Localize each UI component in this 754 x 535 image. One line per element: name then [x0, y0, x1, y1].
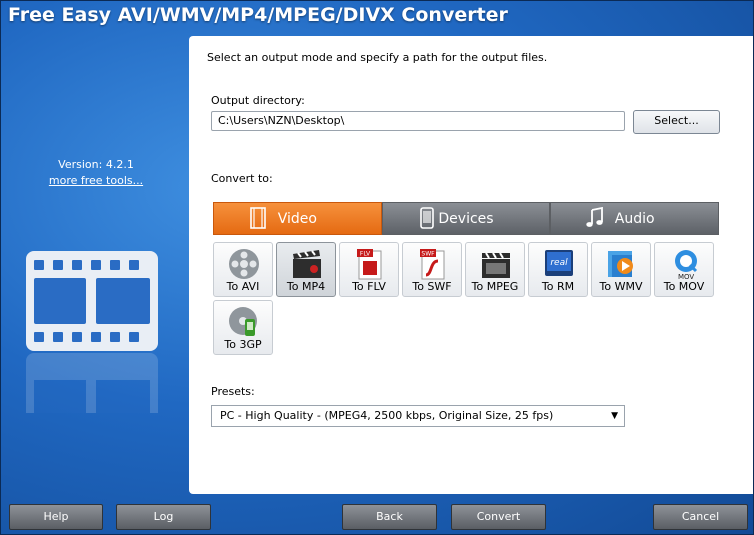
format-mov-button[interactable]: MOV To MOV — [654, 242, 714, 297]
output-directory-input[interactable]: C:\Users\NZN\Desktop\ — [211, 111, 625, 131]
presets-value: PC - High Quality - (MPEG4, 2500 kbps, O… — [220, 409, 554, 422]
convert-to-label: Convert to: — [211, 172, 273, 185]
convert-button[interactable]: Convert — [451, 504, 546, 530]
film-strip-logo-icon — [26, 251, 158, 351]
presets-dropdown[interactable]: PC - High Quality - (MPEG4, 2500 kbps, O… — [211, 405, 625, 427]
format-mp4-label: To MP4 — [286, 280, 326, 293]
help-button[interactable]: Help — [9, 504, 103, 530]
tab-audio-label: Audio — [614, 210, 655, 227]
format-3gp-button[interactable]: To 3GP — [213, 300, 273, 355]
version-label: Version: 4.2.1 — [58, 158, 134, 171]
tab-video[interactable]: Video — [213, 202, 382, 235]
format-swf-button[interactable]: SWF To SWF — [402, 242, 462, 297]
main-panel: Select an output mode and specify a path… — [189, 36, 753, 494]
format-swf-label: To SWF — [412, 280, 452, 293]
format-mov-label: To MOV — [663, 280, 705, 293]
clapperboard-icon — [293, 250, 321, 278]
mpeg-clapper-icon — [482, 252, 510, 278]
tab-audio[interactable]: Audio — [550, 202, 720, 235]
realmedia-icon: real — [545, 250, 573, 276]
output-directory-label: Output directory: — [211, 94, 305, 107]
swf-file-icon: SWF — [420, 249, 445, 280]
tab-devices[interactable]: Devices — [381, 202, 551, 235]
flv-file-icon: FLV — [357, 249, 382, 280]
mode-tabs: Video Devices Audio — [213, 202, 720, 235]
svg-text:SWF: SWF — [421, 251, 435, 258]
format-flv-label: To FLV — [352, 280, 386, 293]
log-button[interactable]: Log — [116, 504, 211, 530]
quicktime-icon: MOV — [675, 250, 698, 281]
film-strip-icon — [250, 207, 266, 229]
instruction-text: Select an output mode and specify a path… — [207, 51, 548, 64]
format-flv-button[interactable]: FLV To FLV — [339, 242, 399, 297]
format-rm-label: To RM — [541, 280, 575, 293]
mobile-film-icon — [229, 307, 257, 336]
format-wmv-label: To WMV — [599, 280, 643, 293]
select-directory-button[interactable]: Select... — [633, 110, 720, 134]
format-mpeg-button[interactable]: To MPEG — [465, 242, 525, 297]
format-mpeg-label: To MPEG — [471, 280, 519, 293]
tab-video-label: Video — [277, 210, 317, 227]
format-wmv-button[interactable]: To WMV — [591, 242, 651, 297]
format-rm-button[interactable]: real To RM — [528, 242, 588, 297]
format-avi-label: To AVI — [226, 280, 260, 293]
tab-devices-label: Devices — [438, 210, 494, 227]
chevron-down-icon: ▼ — [611, 411, 618, 421]
more-tools-link[interactable]: more free tools... — [1, 174, 191, 187]
wmv-player-icon — [608, 251, 633, 277]
presets-label: Presets: — [211, 385, 255, 398]
app-window: Free Easy AVI/WMV/MP4/MPEG/DIVX Converte… — [0, 0, 754, 535]
svg-text:real: real — [550, 258, 568, 268]
back-button[interactable]: Back — [342, 504, 437, 530]
music-note-icon — [586, 207, 604, 227]
format-avi-button[interactable]: To AVI — [213, 242, 273, 297]
svg-text:FLV: FLV — [360, 251, 371, 258]
format-3gp-label: To 3GP — [224, 338, 262, 351]
phone-icon — [419, 207, 434, 229]
cancel-button[interactable]: Cancel — [653, 504, 748, 530]
format-mp4-button[interactable]: To MP4 — [276, 242, 336, 297]
logo-reflection — [26, 353, 158, 413]
app-title: Free Easy AVI/WMV/MP4/MPEG/DIVX Converte… — [8, 4, 508, 26]
film-reel-icon — [229, 249, 259, 279]
